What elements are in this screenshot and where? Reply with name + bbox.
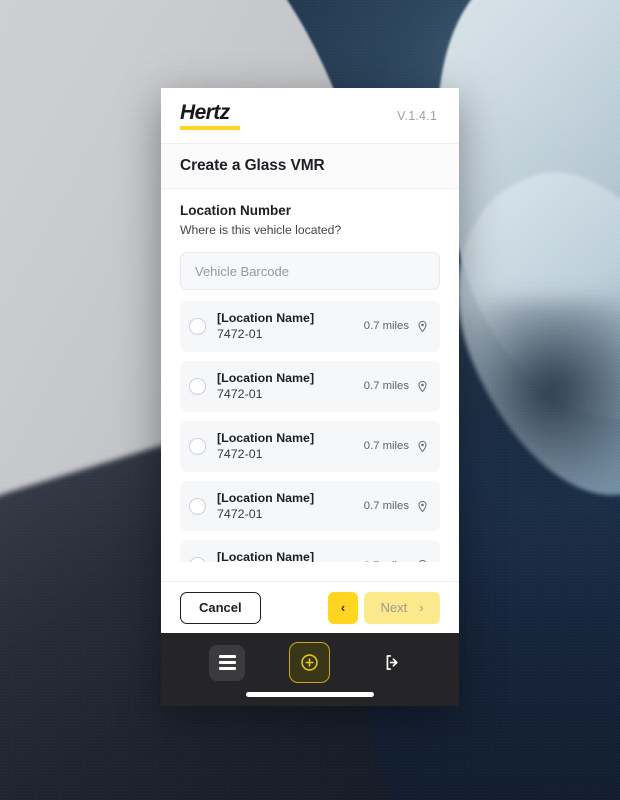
- home-indicator: [246, 692, 374, 697]
- logout-icon: [386, 655, 398, 670]
- hamburger-menu-icon: [218, 667, 236, 670]
- location-text: [Location Name]7472-01: [217, 490, 364, 523]
- search-input[interactable]: [180, 252, 440, 290]
- location-list[interactable]: [Location Name] 7472-01 0.7 miles [Location…: [161, 298, 459, 562]
- location-code: 7472-01: [217, 327, 263, 342]
- app-window: Hertz V.1.4.1 Create a Glass VMR Locatio…: [161, 88, 459, 706]
- back-button[interactable]: ‹: [328, 591, 358, 624]
- location-radio[interactable]: [189, 497, 206, 515]
- location-row[interactable]: [Location Name]7472-010.7 miles: [180, 420, 440, 472]
- location-meta: 0.7 miles: [364, 500, 429, 513]
- map-pin-icon: [418, 380, 427, 393]
- location-row[interactable]: [Location Name]7472-010.7 miles: [180, 540, 440, 562]
- hamburger-menu-button[interactable]: [209, 644, 246, 681]
- map-pin-icon: [418, 320, 427, 333]
- logo-text: Hertz: [180, 100, 230, 124]
- location-name: [Location Name]: [217, 370, 315, 385]
- logo-underline: [180, 125, 240, 130]
- location-row[interactable]: [Location Name]7472-010.7 miles: [180, 480, 440, 532]
- location-name: [Location Name]: [217, 430, 315, 445]
- hamburger-menu-icon: [218, 655, 236, 658]
- next-button[interactable]: Next ›: [364, 591, 440, 624]
- location-text: [Location Name]7472-01: [217, 370, 364, 403]
- search-input-wrap: [161, 237, 459, 298]
- map-pin-icon: [418, 440, 427, 453]
- location-radio[interactable]: [189, 437, 206, 455]
- section-title: Location Number: [180, 203, 292, 218]
- logout-button[interactable]: [375, 645, 411, 681]
- location-radio[interactable]: [189, 557, 206, 562]
- location-radio[interactable]: [189, 377, 206, 395]
- location-text: [Location Name] 7472-01: [217, 310, 364, 343]
- map-pin-icon: [418, 500, 427, 512]
- location-name: [Location Name]: [217, 490, 315, 505]
- location-meta: 0.7 miles: [364, 440, 429, 453]
- background-cloth-shadow: [432, 300, 620, 600]
- cancel-button[interactable]: Cancel: [180, 591, 261, 624]
- wizard-nav-buttons: ‹ Next ›: [328, 591, 440, 624]
- app-header: Hertz V.1.4.1: [161, 88, 459, 143]
- page-title-bar: Create a Glass VMR: [161, 143, 459, 189]
- location-row[interactable]: [Location Name] 7472-01 0.7 miles: [180, 301, 440, 352]
- add-button[interactable]: [289, 642, 331, 683]
- location-row[interactable]: [Location Name]7472-010.7 miles: [180, 360, 440, 412]
- bottom-navigation-bar: [161, 633, 459, 706]
- hamburger-menu-icon: [218, 661, 236, 664]
- location-meta: 0.7 miles: [364, 559, 429, 562]
- location-distance: 0.7 miles: [363, 380, 409, 393]
- location-section: Location Number Where is this vehicle lo…: [161, 189, 459, 237]
- location-distance: 0.7 miles: [363, 440, 409, 453]
- hertz-logo: Hertz: [180, 102, 240, 130]
- location-name: [Location Name]: [217, 311, 315, 325]
- location-meta: 0.7 miles: [364, 380, 429, 393]
- location-code: 7472-01: [217, 446, 263, 461]
- location-radio[interactable]: [189, 317, 206, 335]
- chevron-right-icon: ›: [419, 600, 424, 615]
- location-code: 7472-01: [217, 386, 263, 401]
- location-distance: 0.7 miles: [364, 560, 409, 562]
- location-distance: 0.7 miles: [363, 500, 409, 512]
- location-distance: 0.7 miles: [363, 320, 409, 333]
- location-meta: 0.7 miles: [364, 320, 429, 333]
- page-title: Create a Glass VMR: [180, 157, 325, 174]
- location-code: 7472-01: [217, 506, 263, 521]
- version-label: V.1.4.1: [397, 108, 437, 123]
- action-bar: Cancel ‹ Next ›: [161, 581, 459, 633]
- next-button-label: Next: [380, 600, 408, 615]
- add-circle-icon: [301, 654, 319, 671]
- location-text: [Location Name]7472-01: [217, 549, 364, 562]
- location-name: [Location Name]: [217, 550, 315, 562]
- map-pin-icon: [419, 560, 426, 562]
- section-subtitle: Where is this vehicle located?: [180, 223, 342, 237]
- location-text: [Location Name]7472-01: [217, 430, 364, 463]
